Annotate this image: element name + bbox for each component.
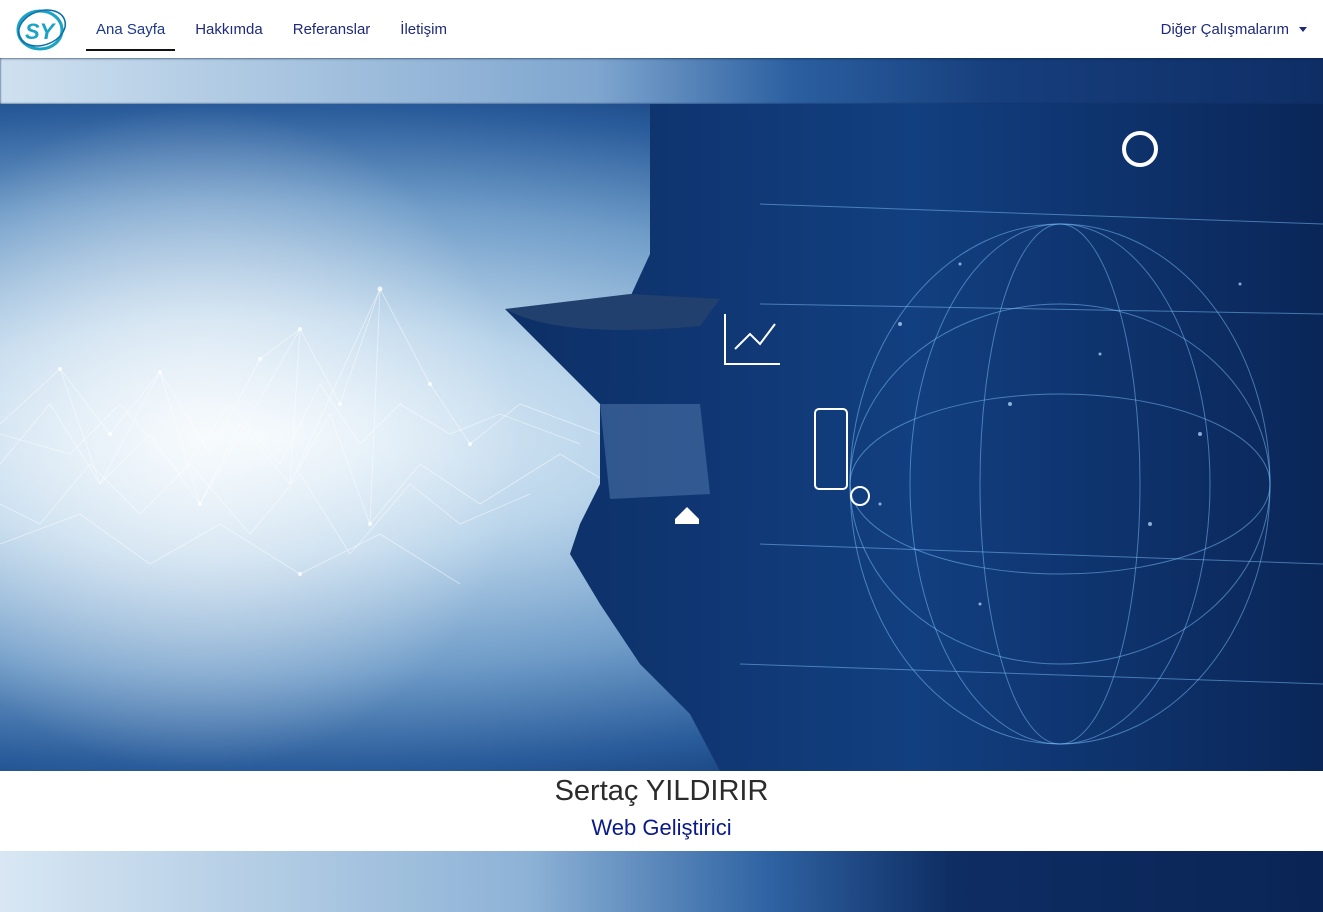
nav-link-iletisim[interactable]: İletişim: [390, 0, 457, 58]
caret-down-icon: [1299, 26, 1307, 32]
top-navbar: SY Ana Sayfa Hakkımda Referanslar İletiş…: [0, 0, 1323, 58]
nav-link-ana-sayfa[interactable]: Ana Sayfa: [86, 0, 176, 58]
background-blur-top: [0, 58, 1323, 104]
logo-text: SY: [25, 19, 57, 44]
logo-icon: SY: [16, 9, 67, 51]
background-blur-bottom: [0, 851, 1323, 912]
hero-image: [0, 104, 1323, 771]
dropdown-label: Diğer Çalışmalarım: [1160, 20, 1289, 38]
hero-illustration: [0, 104, 1323, 771]
person-role: Web Geliştirici: [591, 815, 732, 840]
other-works-dropdown[interactable]: Diğer Çalışmalarım: [1161, 0, 1307, 58]
site-logo[interactable]: SY: [14, 5, 68, 53]
nav-links: Ana Sayfa Hakkımda Referanslar İletişim: [86, 0, 467, 58]
person-name: Sertaç YILDIRIR: [554, 775, 769, 807]
hero-caption: Sertaç YILDIRIR Web Geliştirici: [0, 771, 1323, 851]
nav-link-referanslar[interactable]: Referanslar: [283, 0, 381, 58]
safety-glasses: [600, 404, 710, 499]
nav-link-hakkimda[interactable]: Hakkımda: [185, 0, 273, 58]
